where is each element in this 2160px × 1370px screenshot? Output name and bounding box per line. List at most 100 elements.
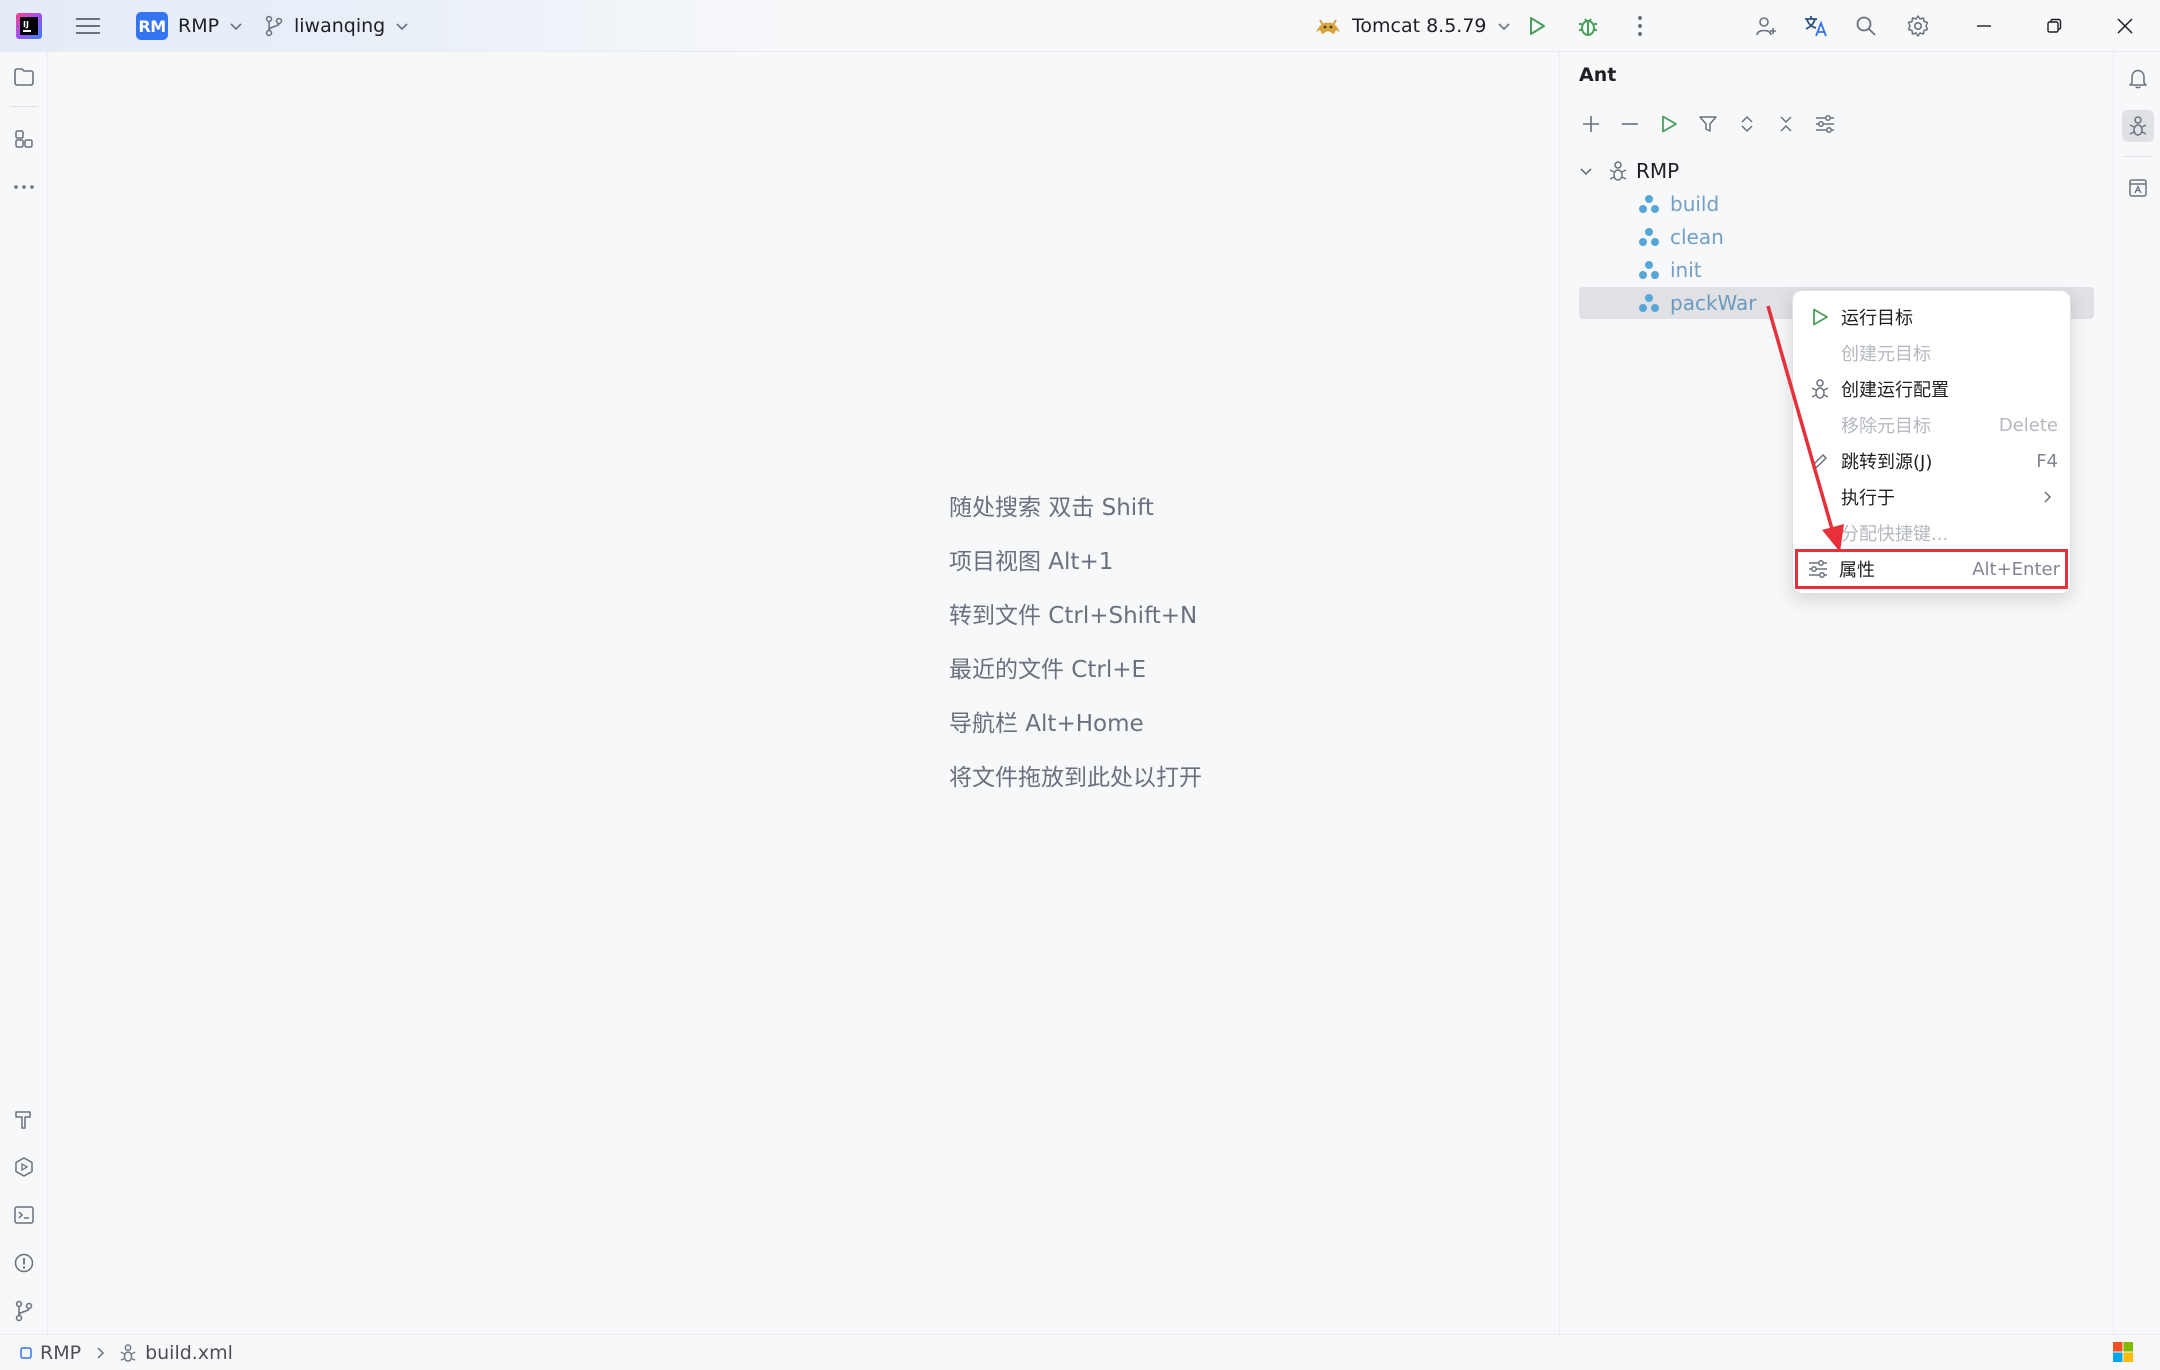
ant-settings-button[interactable] xyxy=(1810,109,1840,139)
hint-go-to-file: 转到文件 Ctrl+Shift+N xyxy=(949,603,1198,629)
menu-item-create-meta-target[interactable]: 创建元目标 xyxy=(1799,335,2064,371)
ant-target-icon xyxy=(1638,194,1660,214)
ant-icon xyxy=(2128,115,2148,137)
menu-item-assign-shortcut[interactable]: 分配快捷键... xyxy=(1799,515,2064,551)
settings-button[interactable] xyxy=(1903,11,1933,41)
run-icon xyxy=(1659,114,1679,134)
tree-target-label: clean xyxy=(1670,225,1724,249)
menu-item-label: 分配快捷键... xyxy=(1841,524,1949,545)
hint-navigation-bar: 导航栏 Alt+Home xyxy=(949,711,1144,737)
branch-selector[interactable]: liwanqing xyxy=(258,8,415,44)
restore-button[interactable] xyxy=(2019,0,2089,52)
filter-icon xyxy=(1698,114,1718,134)
run-config-name: Tomcat 8.5.79 xyxy=(1352,15,1487,37)
menu-item-create-run-config[interactable]: 创建运行配置 xyxy=(1799,371,2064,407)
collapse-all-icon xyxy=(1776,114,1796,134)
menu-item-shortcut: Delete xyxy=(1998,414,2058,436)
run-icon xyxy=(1526,15,1548,37)
ant-target-icon xyxy=(1638,227,1660,247)
settings-sliders-icon xyxy=(1807,558,1829,580)
module-icon xyxy=(20,1346,32,1359)
ant-icon xyxy=(1809,378,1831,400)
gear-icon xyxy=(1906,14,1930,38)
menu-item-shortcut: F4 xyxy=(2036,450,2058,472)
tree-target-clean[interactable]: clean xyxy=(1638,221,1724,253)
breadcrumb-project[interactable]: RMP xyxy=(40,1342,81,1364)
services-icon xyxy=(13,1156,35,1178)
filter-targets-button[interactable] xyxy=(1693,109,1723,139)
settings-sliders-icon xyxy=(1814,114,1836,134)
bell-icon xyxy=(2127,67,2149,89)
menu-item-label: 创建元目标 xyxy=(1841,344,1931,365)
hint-drop-files: 将文件拖放到此处以打开 xyxy=(949,765,1202,791)
expand-all-button[interactable] xyxy=(1732,109,1762,139)
git-tool-button[interactable] xyxy=(9,1296,39,1326)
more-horizontal-icon xyxy=(13,184,35,190)
debug-button[interactable] xyxy=(1573,11,1603,41)
ai-assistant-button[interactable] xyxy=(2122,172,2154,204)
services-tool-button[interactable] xyxy=(9,1152,39,1182)
project-tool-button[interactable] xyxy=(9,62,39,92)
hammer-icon xyxy=(13,1108,35,1130)
status-bar: RMP build.xml xyxy=(0,1334,2160,1370)
code-with-me-button[interactable] xyxy=(1751,11,1781,41)
git-branch-icon xyxy=(264,15,284,37)
project-selector[interactable]: RM RMP xyxy=(130,8,249,44)
run-button[interactable] xyxy=(1522,11,1552,41)
problems-tool-button[interactable] xyxy=(9,1248,39,1278)
more-actions-button[interactable] xyxy=(1625,11,1655,41)
restore-icon xyxy=(2046,18,2062,34)
structure-icon xyxy=(13,128,35,150)
terminal-tool-button[interactable] xyxy=(9,1200,39,1230)
run-configuration-selector[interactable]: Tomcat 8.5.79 xyxy=(1308,8,1517,44)
main-menu-icon[interactable] xyxy=(74,14,102,38)
tree-target-label: build xyxy=(1670,192,1720,216)
menu-item-properties[interactable]: 属性 Alt+Enter xyxy=(1795,549,2068,589)
build-tool-button[interactable] xyxy=(9,1104,39,1134)
menu-item-run-target[interactable]: 运行目标 xyxy=(1799,299,2064,335)
title-bar: IJ RM RMP liwanqing Tomcat 8.5.79 xyxy=(0,0,2160,52)
minimize-icon xyxy=(1976,18,1992,34)
editor-empty-area[interactable]: 随处搜索 双击 Shift 项目视图 Alt+1 转到文件 Ctrl+Shift… xyxy=(49,52,1559,1334)
strip-divider xyxy=(10,106,38,107)
menu-item-label: 创建运行配置 xyxy=(1841,380,1949,401)
menu-item-execute-on[interactable]: 执行于 xyxy=(1799,479,2064,515)
menu-item-label: 移除元目标 xyxy=(1841,416,1931,437)
add-build-file-button[interactable] xyxy=(1576,109,1606,139)
tree-root-label: RMP xyxy=(1636,159,1680,183)
run-target-button[interactable] xyxy=(1654,109,1684,139)
translate-button[interactable] xyxy=(1801,11,1831,41)
tree-root-rmp[interactable]: RMP xyxy=(1578,155,2098,187)
plus-icon xyxy=(1581,114,1601,134)
menu-item-jump-to-source[interactable]: 跳转到源(J) F4 xyxy=(1799,443,2064,479)
chevron-down-icon[interactable] xyxy=(1578,163,1594,179)
hint-search-everywhere: 随处搜索 双击 Shift xyxy=(949,495,1154,521)
search-button[interactable] xyxy=(1851,11,1881,41)
ant-toolbar xyxy=(1576,106,1840,142)
chevron-down-icon xyxy=(229,19,243,33)
intellij-logo-icon[interactable]: IJ xyxy=(16,13,42,39)
notifications-button[interactable] xyxy=(2122,62,2154,94)
ant-target-icon xyxy=(1638,293,1660,313)
tree-target-label: init xyxy=(1670,258,1702,282)
collapse-all-button[interactable] xyxy=(1771,109,1801,139)
tree-target-init[interactable]: init xyxy=(1638,254,1702,286)
branch-name: liwanqing xyxy=(294,15,386,37)
chevron-down-icon xyxy=(1497,19,1511,33)
ant-icon xyxy=(119,1343,137,1363)
more-tool-windows-button[interactable] xyxy=(9,172,39,202)
close-button[interactable] xyxy=(2090,0,2160,52)
menu-item-label: 运行目标 xyxy=(1841,308,1913,329)
tree-target-build[interactable]: build xyxy=(1638,188,1719,220)
structure-tool-button[interactable] xyxy=(9,124,39,154)
menu-item-remove-meta-target[interactable]: 移除元目标 Delete xyxy=(1799,407,2064,443)
breadcrumb-file[interactable]: build.xml xyxy=(145,1342,233,1364)
minimize-button[interactable] xyxy=(1949,0,2019,52)
ant-tool-button[interactable] xyxy=(2122,110,2154,142)
breadcrumb: RMP build.xml xyxy=(20,1342,233,1364)
menu-item-shortcut: Alt+Enter xyxy=(1972,558,2060,580)
svg-text:IJ: IJ xyxy=(23,20,29,29)
text-box-icon xyxy=(2127,177,2149,199)
target-context-menu: 运行目标 创建元目标 创建运行配置 移除元目标 Delete 跳转到源(J) F… xyxy=(1792,290,2071,594)
remove-build-file-button[interactable] xyxy=(1615,109,1645,139)
